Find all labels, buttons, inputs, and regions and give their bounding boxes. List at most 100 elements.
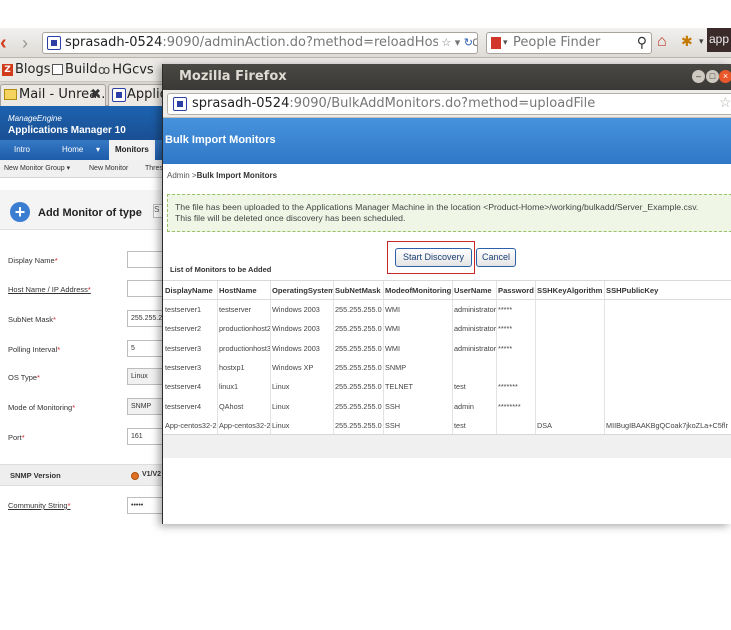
- new-monitor-link[interactable]: New Monitor: [89, 160, 128, 178]
- firebug-icon[interactable]: ✱: [681, 33, 693, 50]
- cancel-button[interactable]: Cancel: [476, 248, 516, 267]
- applications-manager-page: ManageEngine Applications Manager 10 Int…: [0, 106, 164, 524]
- table-cell: linux1: [219, 382, 239, 391]
- bookmark-build[interactable]: Build: [52, 61, 98, 79]
- close-tab-icon[interactable]: ✖: [90, 85, 101, 105]
- site-identity-icon[interactable]: [47, 36, 61, 50]
- sub-nav: New Monitor Group ▾ New Monitor Thres: [0, 160, 164, 178]
- table-cell: testserver2: [165, 324, 202, 333]
- polling-interval-input[interactable]: 5: [127, 340, 164, 357]
- search-box[interactable]: ▾ People Finder ⚲: [486, 32, 652, 54]
- table-cell: WMI: [385, 324, 400, 333]
- table-row: testserver3 hostxp1 Windows XP 255.255.255.…: [163, 358, 731, 377]
- table-cell: testserver3: [165, 344, 202, 353]
- manageengine-logo: ManageEngine: [8, 114, 62, 123]
- popup-address-path: :9090/BulkAddMonitors.do?method=uploadFi…: [289, 96, 596, 111]
- zimbra-icon: Z: [2, 63, 13, 76]
- os-type-label: OS Type*: [8, 373, 40, 382]
- screen: ‹ › sprasadh-0524:9090/adminAction.do?me…: [0, 0, 731, 630]
- table-cell: [604, 397, 731, 416]
- community-string-input[interactable]: •••••: [127, 497, 164, 514]
- table-cell: SSH: [385, 402, 401, 411]
- table-row: testserver3 productionhost3 Windows 2003 25…: [163, 339, 731, 358]
- table-cell: [535, 300, 604, 319]
- threshold-link[interactable]: Thres: [145, 160, 163, 178]
- reload-icon[interactable]: ↻: [464, 36, 473, 49]
- tab-mail[interactable]: Mail - Unrea... ✖: [0, 84, 106, 106]
- table-row: testserver4 linux1 Linux 255.255.255.0 TELNE…: [163, 377, 731, 396]
- table-cell: App-centos32-2: [165, 421, 217, 430]
- address-bar-controls[interactable]: ☆ ▾ ↻: [438, 33, 473, 53]
- maximize-icon[interactable]: □: [706, 70, 719, 83]
- back-arrow-icon[interactable]: ‹: [0, 33, 18, 53]
- menu-dropdown-icon[interactable]: ▾: [699, 36, 704, 47]
- table-cell: Windows 2003: [272, 324, 320, 333]
- bookmark-blogs[interactable]: Z Blogs: [2, 61, 51, 79]
- product-name: Applications Manager 10: [8, 125, 126, 136]
- column-header: SubNetMask: [335, 286, 381, 295]
- table-cell: 255.255.255.0: [335, 305, 382, 314]
- monitors-table: DisplayName HostName OperatingSystem SubNet…: [163, 280, 731, 438]
- polling-interval-label: Polling Interval*: [8, 345, 61, 354]
- display-name-input[interactable]: [127, 251, 164, 268]
- popup-address-bar[interactable]: sprasadh-0524:9090/BulkAddMonitors.do?me…: [167, 93, 731, 115]
- table-cell: administrator: [454, 344, 496, 353]
- snmp-v1v2-label: V1/V2: [142, 471, 162, 478]
- nav-intro[interactable]: Intro: [14, 140, 30, 160]
- close-window-icon[interactable]: ×: [719, 70, 731, 83]
- bookmark-star-icon[interactable]: ☆: [441, 36, 451, 49]
- snmp-version-label: SNMP Version: [10, 471, 61, 480]
- new-monitor-group-link[interactable]: New Monitor Group ▾: [4, 160, 70, 178]
- address-host: sprasadh-0524: [65, 35, 163, 50]
- forward-arrow-icon[interactable]: ›: [22, 34, 36, 52]
- table-cell: QAhost: [219, 402, 244, 411]
- column-header: HostName: [219, 286, 257, 295]
- table-cell: productionhost2: [219, 324, 270, 333]
- table-row: testserver2 productionhost2 Windows 2003 25…: [163, 319, 731, 338]
- page-icon: [52, 64, 63, 75]
- magnifier-icon[interactable]: ⚲: [637, 33, 647, 53]
- nav-monitors[interactable]: Monitors: [109, 140, 155, 160]
- table-cell: [496, 358, 535, 377]
- tab-applications-manager[interactable]: Applica: [108, 84, 168, 106]
- port-input[interactable]: 161: [127, 428, 164, 445]
- table-cell: [604, 300, 731, 319]
- start-discovery-button[interactable]: Start Discovery: [395, 248, 472, 267]
- nav-home[interactable]: Home: [62, 140, 83, 160]
- main-nav: Intro Home ▾ Monitors: [0, 140, 164, 160]
- host-name-input[interactable]: [127, 280, 164, 297]
- os-type-select[interactable]: Linux: [127, 368, 164, 385]
- table-cell: *****: [498, 324, 513, 333]
- snmp-v1v2-radio[interactable]: [131, 472, 139, 480]
- table-row: testserver1 testserver Windows 2003 255.255…: [163, 300, 731, 319]
- home-icon[interactable]: ⌂: [657, 33, 667, 51]
- table-cell: [535, 397, 604, 416]
- search-engine-icon[interactable]: [491, 37, 501, 49]
- column-header: UserName: [454, 286, 492, 295]
- address-bar[interactable]: sprasadh-0524:9090/adminAction.do?method…: [42, 32, 478, 54]
- table-cell: testserver4: [165, 402, 202, 411]
- table-cell: [452, 358, 496, 377]
- bookmark-star-icon[interactable]: ☆: [719, 94, 731, 111]
- address-path: :9090/adminAction.do?method=reloadHostDi…: [162, 35, 477, 50]
- bookmark-hgcvs[interactable]: ꝏ HGcvs: [98, 61, 154, 79]
- history-dropdown-icon[interactable]: ▾: [455, 36, 461, 49]
- table-row: testserver4 QAhost Linux 255.255.255.0 SSH ad…: [163, 397, 731, 416]
- search-engine-dropdown-icon[interactable]: ▾: [503, 33, 508, 53]
- mode-of-monitoring-select[interactable]: SNMP: [127, 398, 164, 415]
- subnet-mask-label: SubNet Mask*: [8, 315, 56, 324]
- window-titlebar[interactable]: Mozilla Firefox – □ ×: [163, 64, 731, 90]
- table-cell: App-centos32-2: [219, 421, 270, 430]
- table-cell: *****: [498, 344, 513, 353]
- table-cell: [535, 339, 604, 358]
- breadcrumb-admin[interactable]: Admin: [167, 171, 190, 180]
- table-cell: SSH: [385, 421, 401, 430]
- nav-home-dropdown-icon[interactable]: ▾: [96, 140, 100, 160]
- table-cell: WMI: [385, 305, 400, 314]
- table-cell: Windows 2003: [272, 344, 320, 353]
- subnet-mask-input[interactable]: 255.255.2: [127, 310, 164, 327]
- table-cell: 255.255.255.0: [335, 382, 382, 391]
- minimize-icon[interactable]: –: [692, 70, 705, 83]
- site-identity-icon[interactable]: [173, 97, 187, 111]
- table-cell: 255.255.255.0: [335, 344, 382, 353]
